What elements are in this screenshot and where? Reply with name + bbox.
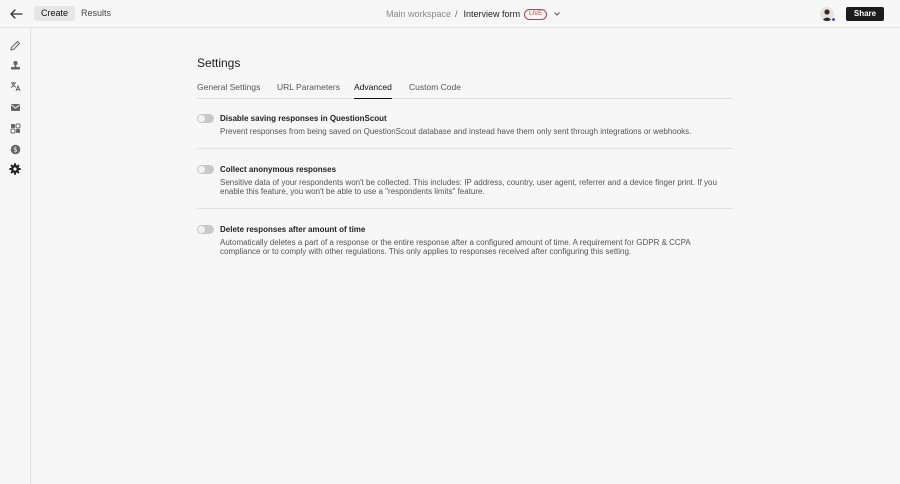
setting-title: Disable saving responses in QuestionScou… [220, 114, 387, 123]
anonymous-responses-toggle[interactable] [197, 165, 214, 174]
tab-general-settings[interactable]: General Settings [197, 82, 260, 99]
page-title: Settings [197, 56, 241, 70]
translate-icon[interactable] [8, 79, 22, 93]
setting-title: Collect anonymous responses [220, 165, 337, 174]
tab-url-parameters[interactable]: URL Parameters [277, 82, 340, 99]
settings-tabs: General Settings URL Parameters Advanced… [197, 82, 733, 99]
tab-results[interactable]: Results [74, 6, 118, 21]
setting-description: Automatically deletes a part of a respon… [220, 238, 691, 256]
breadcrumb-separator: / [455, 9, 458, 19]
tab-custom-code[interactable]: Custom Code [409, 82, 461, 99]
toggle-knob [198, 226, 205, 233]
breadcrumb-workspace[interactable]: Main workspace [386, 9, 451, 19]
tab-create[interactable]: Create [34, 6, 76, 21]
top-bar: Create Results Main workspace / Intervie… [0, 0, 900, 28]
sidebar: $ [0, 28, 31, 484]
setting-description: Sensitive data of your respondents won't… [220, 178, 717, 196]
divider [197, 148, 733, 149]
mail-icon[interactable] [8, 100, 22, 114]
breadcrumb-form-name[interactable]: Interview form [464, 9, 521, 19]
tab-advanced[interactable]: Advanced [354, 82, 392, 99]
svg-text:$: $ [13, 146, 17, 154]
share-button[interactable]: Share [846, 7, 884, 21]
setting-description: Prevent responses from being saved on Qu… [220, 127, 692, 136]
avatar-status-dot [831, 17, 836, 22]
delete-responses-toggle[interactable] [197, 225, 214, 234]
breadcrumb: Main workspace / Interview form LIVE [386, 8, 560, 20]
pencil-icon[interactable] [8, 38, 22, 52]
live-status-badge: LIVE [524, 8, 548, 20]
disable-saving-toggle[interactable] [197, 114, 214, 123]
stamp-icon[interactable] [8, 58, 22, 72]
toggle-knob [198, 115, 205, 122]
integrations-icon[interactable] [8, 121, 22, 135]
chevron-down-icon[interactable] [554, 12, 560, 16]
toggle-knob [198, 166, 205, 173]
dollar-icon[interactable]: $ [8, 142, 22, 156]
divider [197, 208, 733, 209]
gear-icon[interactable] [8, 162, 22, 176]
setting-title: Delete responses after amount of time [220, 225, 366, 234]
back-arrow-icon[interactable] [8, 6, 24, 22]
